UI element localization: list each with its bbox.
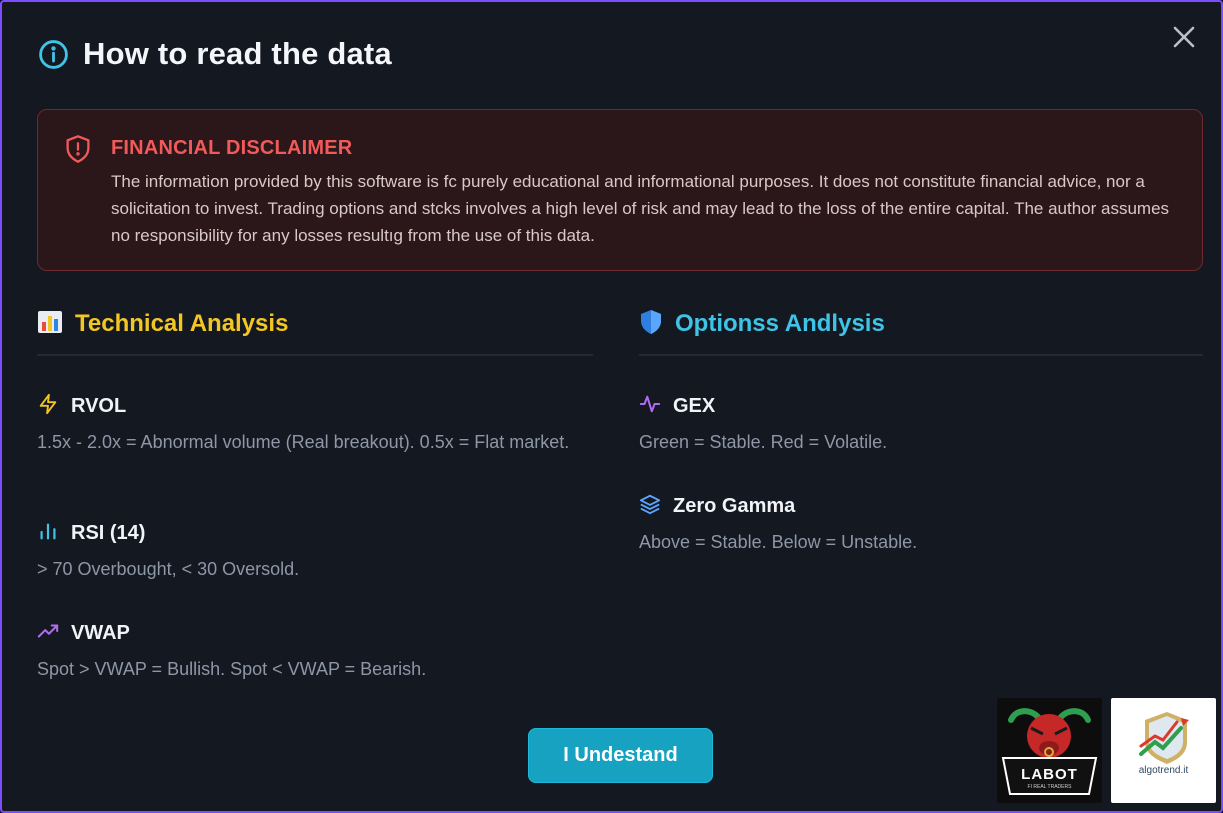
info-icon (38, 39, 69, 70)
zero-gamma-description: Above = Stable. Below = Unstable. (639, 532, 918, 552)
layers-icon (639, 492, 661, 521)
labot-brand: LABOT (1021, 766, 1078, 783)
technical-analysis-section: Technical Analysis RVOL 1.5x - 2.0x = Ab… (37, 302, 593, 679)
info-dialog: How to read the data FINANCIAL DISCLAIME… (0, 0, 1223, 813)
dialog-header: How to read the data (38, 36, 392, 72)
vwap-description: Spot > VWAP = Bullish. Spot < VWAP = Bea… (37, 659, 427, 679)
zero-gamma-item: Zero Gamma Above = Stable. Below = Unsta… (639, 491, 1179, 556)
rvol-item: RVOL 1.5x - 2.0x = Abnormal volume (Real… (37, 391, 577, 456)
divider (639, 354, 1203, 356)
vwap-item: VWAP Spot > VWAP = Bullish. Spot < VWAP … (37, 618, 577, 683)
algotrend-brand: algotrend.it (1138, 765, 1189, 776)
labot-logo: LABOT FI REAL TRADERS (997, 698, 1102, 803)
options-analysis-header: Optionss Andlysis (639, 302, 1203, 346)
financial-disclaimer: FINANCIAL DISCLAIMER The information pro… (37, 109, 1203, 271)
rsi-item: RSI (14) > 70 Overbought, < 30 Oversold. (37, 518, 577, 583)
rvol-title: RVOL (71, 394, 127, 417)
rsi-description: > 70 Overbought, < 30 Oversold. (37, 559, 300, 579)
algotrend-logo: algotrend.it (1111, 698, 1216, 803)
divider (37, 354, 593, 356)
bar-chart-icon (37, 310, 63, 339)
options-analysis-heading: Optionss Andlysis (675, 310, 885, 337)
rsi-title: RSI (14) (71, 521, 146, 544)
close-icon (1173, 26, 1195, 48)
gex-title: GEX (673, 394, 716, 417)
gex-description: Green = Stable. Red = Volatile. (639, 432, 888, 452)
technical-analysis-heading: Technical Analysis (75, 310, 289, 337)
vwap-title: VWAP (71, 621, 130, 644)
pulse-icon (639, 392, 661, 421)
gex-item: GEX Green = Stable. Red = Volatile. (639, 391, 1179, 456)
shield-alert-icon (64, 134, 92, 169)
disclaimer-title: FINANCIAL DISCLAIMER (111, 137, 353, 159)
shield-icon (639, 309, 663, 340)
dialog-title: How to read the data (83, 36, 392, 71)
disclaimer-text: The information provided by this softwar… (111, 172, 1170, 245)
understand-button[interactable]: I Undestand (528, 728, 713, 783)
trend-up-icon (37, 619, 59, 648)
technical-analysis-header: Technical Analysis (37, 302, 593, 346)
zero-gamma-title: Zero Gamma (673, 494, 796, 517)
rvol-description: 1.5x - 2.0x = Abnormal volume (Real brea… (37, 432, 570, 452)
lightning-icon (37, 392, 59, 421)
bars-icon (37, 519, 59, 548)
options-analysis-section: Optionss Andlysis GEX Green = Stable. Re… (639, 302, 1203, 552)
labot-tagline: FI REAL TRADERS (1027, 784, 1072, 790)
close-button[interactable] (1169, 22, 1199, 52)
